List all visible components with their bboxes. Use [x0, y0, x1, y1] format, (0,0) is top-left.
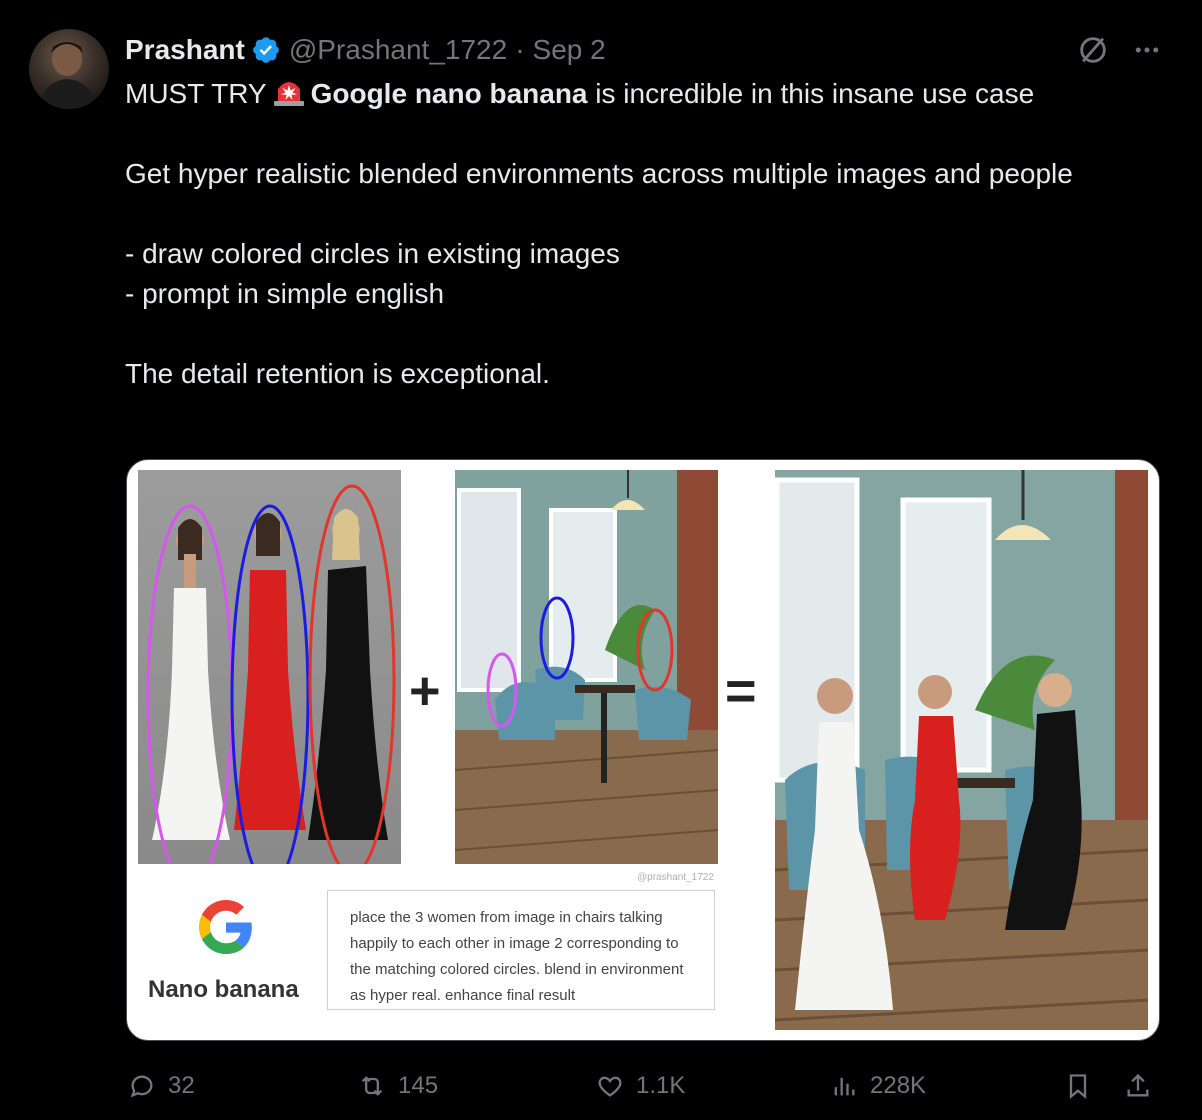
siren-emoji-icon — [273, 82, 304, 106]
views-button[interactable]: 228K — [830, 1066, 926, 1106]
tweet-header: Prashant @Prashant_1722 · Sep 2 — [125, 30, 1162, 70]
share-button[interactable] — [1124, 1066, 1152, 1106]
repost-button[interactable]: 145 — [358, 1066, 438, 1106]
cafe-photo — [455, 470, 718, 864]
blue-circle-1 — [230, 504, 310, 864]
text-bullet-2: - prompt in simple english — [125, 278, 445, 309]
bookmark-icon — [1069, 1074, 1087, 1099]
verified-badge-icon — [253, 37, 279, 63]
media-image[interactable]: + = @prashant_1722 Nano banana place the… — [126, 459, 1160, 1041]
view-count: 228K — [870, 1072, 927, 1099]
text-suffix: is incredible in this insane use case — [587, 78, 1035, 109]
post-date[interactable]: Sep 2 — [533, 34, 606, 66]
views-icon — [834, 1077, 855, 1096]
repost-icon — [361, 1076, 383, 1096]
reply-count: 32 — [168, 1072, 195, 1099]
more-icon[interactable] — [1132, 35, 1162, 65]
action-bar: 32 145 1.1K 228K — [128, 1066, 1160, 1106]
author-avatar[interactable] — [29, 29, 109, 109]
equals-sign: = — [725, 661, 757, 721]
magenta-circle-2 — [486, 652, 518, 728]
watermark: @prashant_1722 — [637, 872, 714, 883]
bookmark-button[interactable] — [1064, 1066, 1092, 1106]
reply-icon — [130, 1075, 153, 1098]
text-paragraph-1: Get hyper realistic blended environments… — [125, 158, 1073, 189]
author-handle[interactable]: @Prashant_1722 — [289, 34, 507, 66]
result-photo — [775, 470, 1148, 1030]
share-icon — [1127, 1073, 1149, 1097]
red-circle-1 — [308, 484, 396, 864]
women-photo — [138, 470, 401, 864]
header-separator: · — [515, 34, 525, 65]
grok-icon[interactable] — [1076, 33, 1110, 67]
red-circle-2 — [636, 608, 674, 692]
plus-sign: + — [409, 661, 441, 721]
like-count: 1.1K — [636, 1072, 686, 1099]
text-prefix: MUST TRY — [125, 78, 267, 109]
text-bold-product: Google nano banana — [310, 78, 588, 109]
author-name[interactable]: Prashant — [125, 34, 245, 66]
blue-circle-2 — [539, 596, 575, 680]
repost-count: 145 — [398, 1072, 439, 1099]
nano-banana-label: Nano banana — [148, 976, 299, 1003]
text-bullet-1: - draw colored circles in existing image… — [125, 238, 620, 269]
text-closing: The detail retention is exceptional. — [125, 358, 550, 389]
like-button[interactable]: 1.1K — [596, 1066, 685, 1106]
heart-icon — [598, 1076, 622, 1097]
magenta-circle-1 — [146, 504, 234, 864]
google-logo-icon — [199, 900, 252, 954]
prompt-box: place the 3 women from image in chairs t… — [327, 890, 715, 1010]
tweet-text: MUST TRY Google nano banana is incredible… — [125, 74, 1165, 394]
reply-button[interactable]: 32 — [128, 1066, 195, 1106]
